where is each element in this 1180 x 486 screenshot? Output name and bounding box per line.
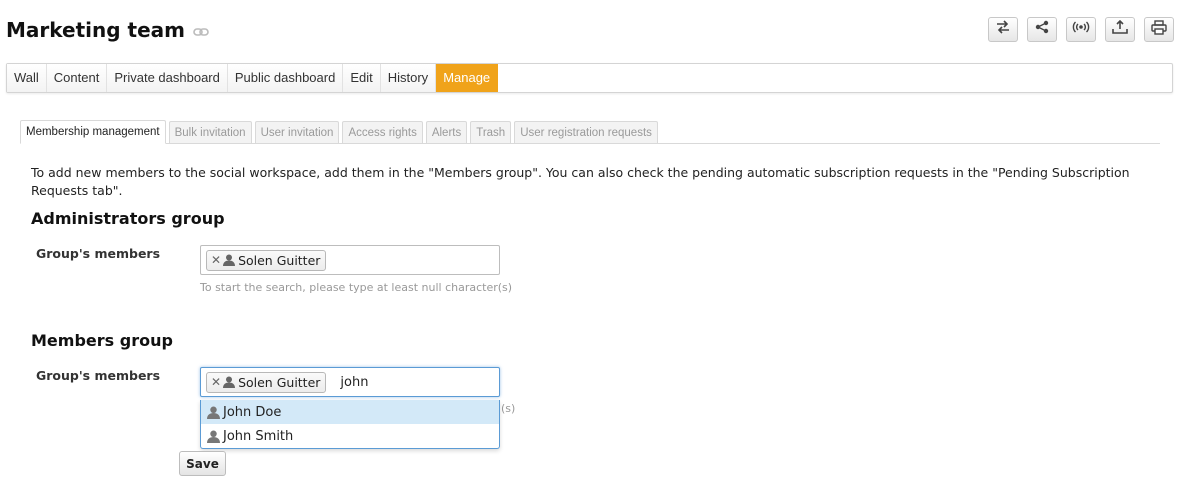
remove-icon[interactable]: ✕ [211, 254, 221, 266]
tab-access-rights[interactable]: Access rights [342, 121, 423, 144]
suggestion-dropdown: John Doe John Smith [200, 400, 500, 449]
print-icon [1151, 19, 1167, 40]
permalink-icon[interactable] [193, 27, 209, 37]
tab-user-registration-requests[interactable]: User registration requests [514, 121, 658, 144]
members-search-hint: (s) [501, 402, 516, 415]
member-name: Solen Guitter [238, 374, 321, 390]
member-chip: ✕ Solen Guitter [206, 249, 327, 271]
suggestion-item[interactable]: John Doe [201, 400, 499, 424]
member-chip: ✕ Solen Guitter [206, 371, 327, 393]
user-icon [207, 406, 220, 419]
tab-trash[interactable]: Trash [470, 121, 512, 144]
tab-user-invitation[interactable]: User invitation [254, 121, 340, 144]
broadcast-icon [1072, 20, 1090, 39]
export-icon [1112, 19, 1128, 40]
tab-edit[interactable]: Edit [343, 64, 381, 92]
admins-members-field[interactable]: ✕ Solen Guitter [200, 245, 500, 275]
user-icon [223, 376, 236, 388]
intro-text: To add new members to the social workspa… [31, 165, 1130, 198]
tab-bulk-invitation[interactable]: Bulk invitation [168, 121, 252, 144]
switch-icon [995, 20, 1011, 39]
tab-manage[interactable]: Manage [436, 64, 499, 92]
members-members-field[interactable]: ✕ Solen Guitter john [200, 367, 500, 397]
user-icon [207, 430, 220, 443]
page-title: Marketing team [6, 18, 185, 42]
suggestion-label: John Smith [223, 428, 294, 444]
save-button[interactable]: Save [179, 451, 226, 476]
broadcast-button[interactable] [1066, 17, 1096, 42]
export-button[interactable] [1105, 17, 1135, 42]
tab-private-dashboard[interactable]: Private dashboard [107, 64, 228, 92]
header: Marketing team [6, 18, 209, 42]
tab-public-dashboard[interactable]: Public dashboard [227, 64, 344, 92]
main-tabs: Wall Content Private dashboard Public da… [6, 63, 1173, 93]
share-button[interactable] [1027, 17, 1057, 42]
tab-membership-management[interactable]: Membership management [20, 120, 166, 144]
print-button[interactable] [1144, 17, 1174, 42]
admins-search-hint: To start the search, please type at leas… [200, 281, 513, 294]
manage-sub-tabs: Membership management Bulk invitation Us… [20, 119, 1160, 144]
suggestion-label: John Doe [223, 404, 282, 420]
suggestion-item[interactable]: John Smith [201, 424, 499, 448]
admins-members-label: Group's members [36, 246, 161, 261]
tab-history[interactable]: History [380, 64, 437, 92]
member-search-input[interactable]: john [340, 375, 368, 390]
remove-icon[interactable]: ✕ [211, 376, 221, 388]
switch-button[interactable] [988, 17, 1018, 42]
admins-heading: Administrators group [31, 209, 225, 228]
share-icon [1035, 20, 1049, 39]
members-members-label: Group's members [36, 368, 161, 383]
tab-alerts[interactable]: Alerts [425, 121, 468, 144]
tab-content[interactable]: Content [46, 64, 108, 92]
members-heading: Members group [31, 331, 173, 350]
user-icon [223, 254, 236, 266]
member-name: Solen Guitter [238, 252, 321, 268]
tab-wall[interactable]: Wall [7, 64, 47, 92]
action-toolbar [988, 17, 1174, 42]
